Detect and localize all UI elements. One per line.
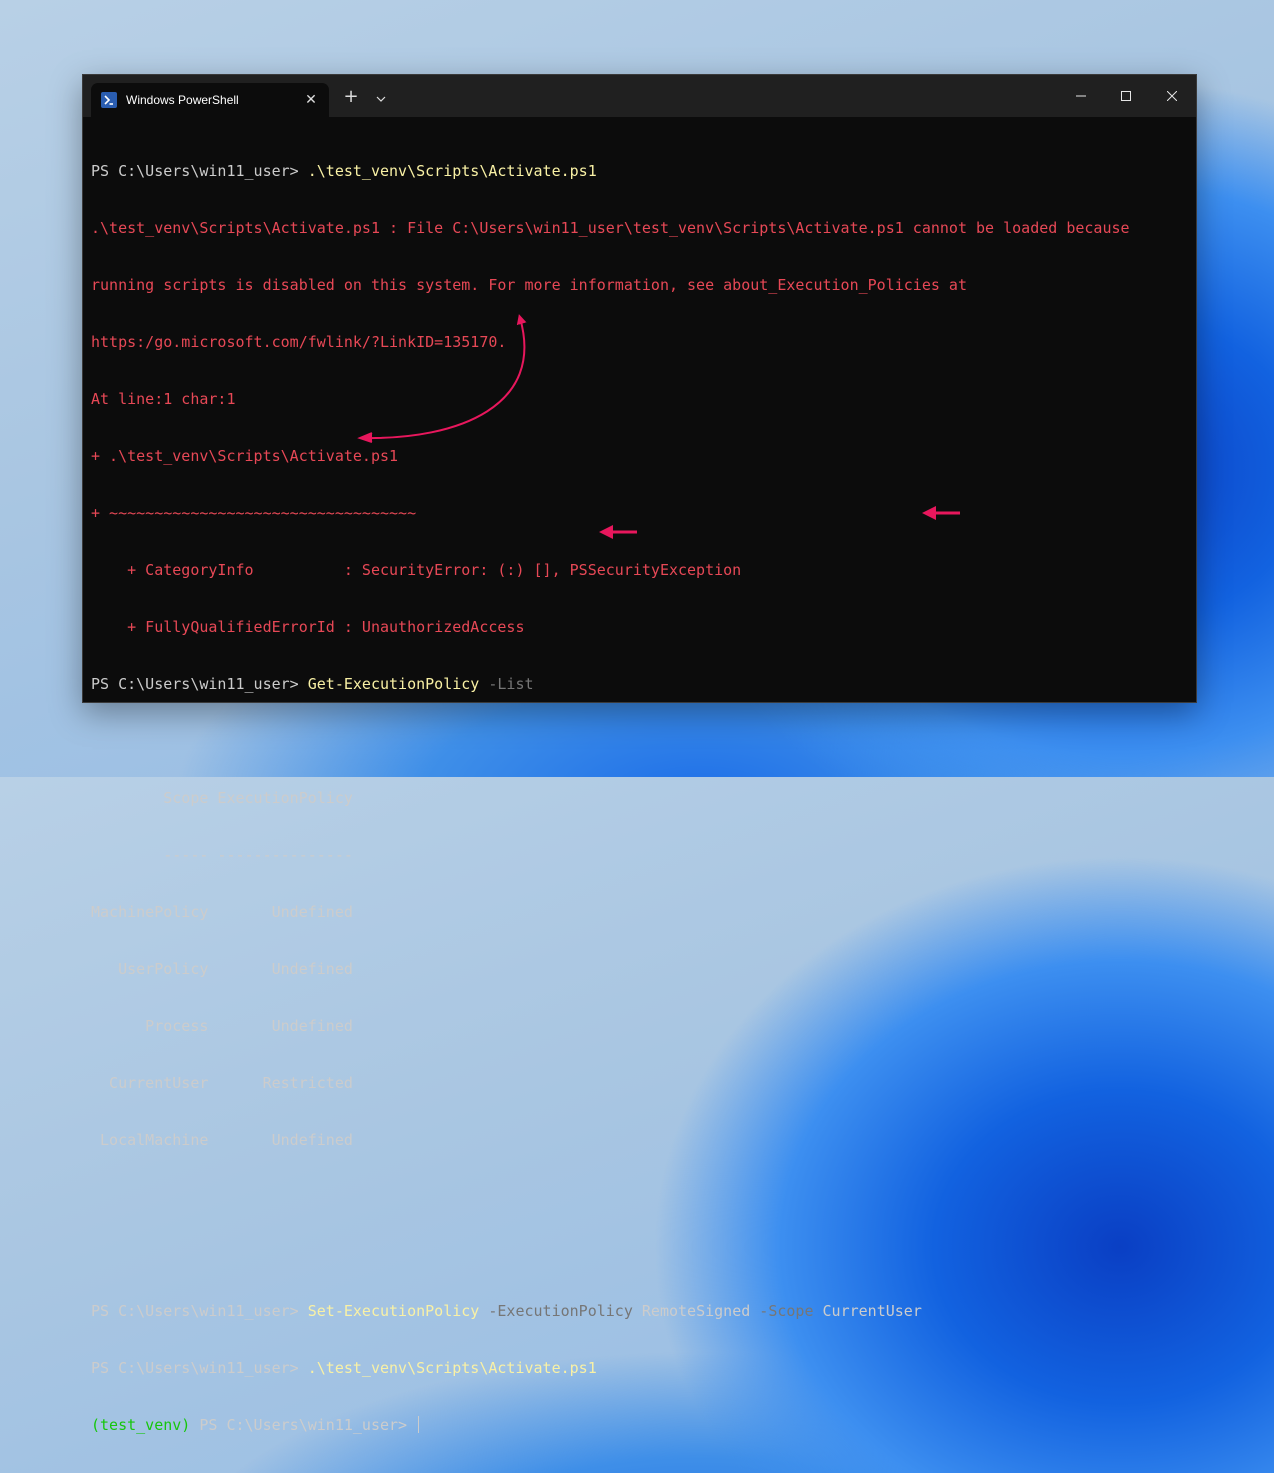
- error-line: + .\test_venv\Scripts\Activate.ps1: [91, 447, 399, 465]
- prompt: PS C:\Users\win11_user>: [91, 675, 308, 693]
- powershell-icon: [101, 92, 117, 108]
- error-line: At line:1 char:1: [91, 390, 236, 408]
- minimize-icon[interactable]: [1058, 81, 1104, 111]
- command-activate: .\test_venv\Scripts\Activate.ps1: [307, 162, 597, 180]
- error-line: .\test_venv\Scripts\Activate.ps1 : File …: [91, 219, 1130, 237]
- prompt-line: PS C:\Users\win11_user> .\test_venv\Scri…: [91, 162, 1191, 181]
- tab-title: Windows PowerShell: [126, 93, 239, 107]
- param-scope: -Scope: [750, 1302, 814, 1320]
- venv-prefix: (test_venv): [91, 1416, 191, 1434]
- prompt-line: PS C:\Users\win11_user> .\test_venv\Scri…: [91, 1359, 1191, 1378]
- command-activate: .\test_venv\Scripts\Activate.ps1: [307, 1359, 597, 1377]
- value-remotesigned: RemoteSigned: [632, 1302, 751, 1320]
- powershell-window: Windows PowerShell ✕ + PS C:\Users\win11…: [82, 74, 1197, 1434]
- prompt-line: PS C:\Users\win11_user> Get-ExecutionPol…: [91, 675, 1191, 694]
- param-executionpolicy: -ExecutionPolicy: [479, 1302, 633, 1320]
- value-currentuser: CurrentUser: [813, 1302, 922, 1320]
- chevron-down-icon[interactable]: [371, 89, 391, 109]
- error-line: + FullyQualifiedErrorId : UnauthorizedAc…: [91, 618, 525, 636]
- param-list: -List: [479, 675, 534, 693]
- table-row: Process Undefined: [91, 1017, 353, 1035]
- text-cursor: [418, 1416, 420, 1433]
- title-bar: Windows PowerShell ✕ +: [83, 75, 1196, 117]
- prompt: PS C:\Users\win11_user>: [91, 162, 308, 180]
- error-line: running scripts is disabled on this syst…: [91, 276, 967, 294]
- close-icon[interactable]: [1149, 81, 1195, 111]
- tab-close-icon[interactable]: ✕: [301, 90, 321, 110]
- table-row: MachinePolicy Undefined: [91, 903, 353, 921]
- error-line: https:/go.microsoft.com/fwlink/?LinkID=1…: [91, 333, 507, 351]
- prompt-line: PS C:\Users\win11_user> Set-ExecutionPol…: [91, 1302, 1191, 1321]
- table-row: LocalMachine Undefined: [91, 1131, 353, 1149]
- prompt: PS C:\Users\win11_user>: [91, 1302, 308, 1320]
- command-set-executionpolicy: Set-ExecutionPolicy: [307, 1302, 480, 1320]
- table-row: UserPolicy Undefined: [91, 960, 353, 978]
- table-row: CurrentUser Restricted: [91, 1074, 353, 1092]
- error-line: + ~~~~~~~~~~~~~~~~~~~~~~~~~~~~~~~~~~: [91, 504, 417, 522]
- new-tab-icon[interactable]: +: [341, 88, 361, 108]
- prompt: PS C:\Users\win11_user>: [91, 1359, 308, 1377]
- prompt: PS C:\Users\win11_user>: [190, 1416, 417, 1434]
- table-divider: ----- ---------------: [91, 846, 353, 864]
- maximize-icon[interactable]: [1103, 81, 1149, 111]
- prompt-line[interactable]: (test_venv) PS C:\Users\win11_user>: [91, 1416, 1191, 1435]
- command-get-executionpolicy: Get-ExecutionPolicy: [307, 675, 480, 693]
- table-header: Scope ExecutionPolicy: [91, 789, 353, 807]
- tab-windows-powershell[interactable]: Windows PowerShell ✕: [91, 83, 329, 117]
- terminal-output[interactable]: PS C:\Users\win11_user> .\test_venv\Scri…: [91, 124, 1191, 1434]
- error-line: + CategoryInfo : SecurityError: (:) [], …: [91, 561, 742, 579]
